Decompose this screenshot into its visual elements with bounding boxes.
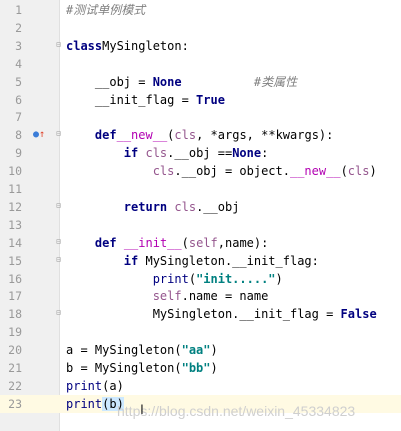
code-line[interactable]: 4 (0, 55, 401, 73)
watermark: https://blog.csdn.net/weixin_45334823 (117, 403, 356, 419)
code-line[interactable]: 10 cls.__obj = object.__new__(cls) (0, 162, 401, 180)
code-text[interactable]: __init_flag = True (66, 91, 225, 109)
line-number: 8 (15, 128, 22, 143)
code-line[interactable]: 12 ⊟ return cls.__obj (0, 198, 401, 216)
code-text[interactable]: def__new__(cls, *args, **kwargs): (66, 126, 333, 144)
code-line[interactable]: 15 ⊟ if MySingleton.__init_flag: (0, 252, 401, 270)
code-line[interactable]: 20 a = MySingleton("aa") (0, 341, 401, 359)
code-line[interactable]: 19 (0, 323, 401, 341)
line-number: 2 (15, 20, 22, 35)
line-number: 9 (15, 146, 22, 161)
code-text[interactable]: b = MySingleton("bb") (66, 359, 218, 377)
code-text[interactable]: if MySingleton.__init_flag: (66, 252, 319, 270)
code-line[interactable]: 18 ⊟ MySingleton.__init_flag = False (0, 305, 401, 323)
line-number: 14 (8, 235, 22, 250)
code-text[interactable]: print(a) (66, 377, 124, 395)
line-number: 15 (8, 253, 22, 268)
code-line[interactable]: 16 print("init.....") (0, 270, 401, 288)
code-text[interactable]: a = MySingleton("aa") (66, 341, 218, 359)
code-line[interactable]: 13 (0, 216, 401, 234)
code-line[interactable]: 2 (0, 19, 401, 37)
code-line[interactable]: 8 ⊟ ●↑ def__new__(cls, *args, **kwargs): (0, 126, 401, 144)
line-number: 1 (15, 3, 22, 17)
line-number: 6 (15, 92, 22, 107)
line-number: 21 (8, 361, 22, 375)
fold-icon[interactable]: ⊟ (54, 201, 63, 211)
line-number: 16 (8, 271, 22, 286)
line-number: 3 (15, 38, 22, 53)
code-text[interactable]: if cls.__obj ==None: (66, 144, 269, 162)
text-cursor-icon: I (140, 401, 144, 417)
line-number: 5 (15, 74, 22, 89)
code-text[interactable]: print("init.....") (66, 270, 283, 288)
override-icon[interactable]: ●↑ (33, 126, 45, 144)
code-line[interactable]: 7 (0, 108, 401, 126)
fold-icon[interactable]: ⊟ (54, 237, 63, 247)
code-line[interactable]: 22 print(a) (0, 377, 401, 395)
line-number: 11 (8, 182, 22, 196)
line-number: 12 (8, 199, 22, 214)
code-line[interactable]: 11 (0, 180, 401, 198)
code-line[interactable]: 1 #测试单例模式 (0, 1, 401, 19)
line-number: 13 (8, 217, 22, 232)
line-number: 22 (8, 378, 22, 393)
code-text[interactable]: self.name = name (66, 287, 269, 305)
code-line[interactable]: 3 ⊟ classMySingleton: (0, 37, 401, 55)
line-number: 17 (8, 289, 22, 304)
line-number: 7 (15, 110, 22, 125)
line-number: 20 (8, 343, 22, 358)
code-text[interactable]: return cls.__obj (66, 198, 240, 216)
code-text[interactable]: classMySingleton: (66, 37, 189, 55)
code-line[interactable]: 6 __init_flag = True (0, 91, 401, 109)
code-text[interactable]: #测试单例模式 (66, 1, 145, 19)
fold-icon[interactable]: ⊟ (54, 40, 63, 50)
code-text[interactable]: __obj = None #类属性 (66, 73, 297, 91)
line-number: 19 (8, 325, 22, 340)
code-editor[interactable]: 1 #测试单例模式 2 3 ⊟ classMySingleton: 4 5 __obj = N… (0, 0, 401, 431)
fold-icon[interactable]: ⊟ (54, 129, 63, 139)
code-text[interactable]: MySingleton.__init_flag = False (66, 305, 377, 323)
code-line[interactable]: 14 ⊟ def __init__(self,name): (0, 234, 401, 252)
fold-icon[interactable]: ⊟ (54, 255, 63, 265)
line-number: 10 (8, 164, 22, 179)
code-text[interactable]: print(b) (66, 395, 124, 413)
line-number: 23 (8, 396, 22, 411)
code-line[interactable]: 9 if cls.__obj ==None: (0, 144, 401, 162)
line-number: 4 (15, 56, 22, 71)
code-text[interactable]: def __init__(self,name): (66, 234, 268, 252)
code-line[interactable]: 17 self.name = name (0, 287, 401, 305)
code-text[interactable]: cls.__obj = object.__new__(cls) (66, 162, 377, 180)
code-line[interactable]: 5 __obj = None #类属性 (0, 73, 401, 91)
code-line[interactable]: 21 b = MySingleton("bb") (0, 359, 401, 377)
fold-icon[interactable]: ⊟ (54, 308, 63, 318)
line-number: 18 (8, 307, 22, 322)
